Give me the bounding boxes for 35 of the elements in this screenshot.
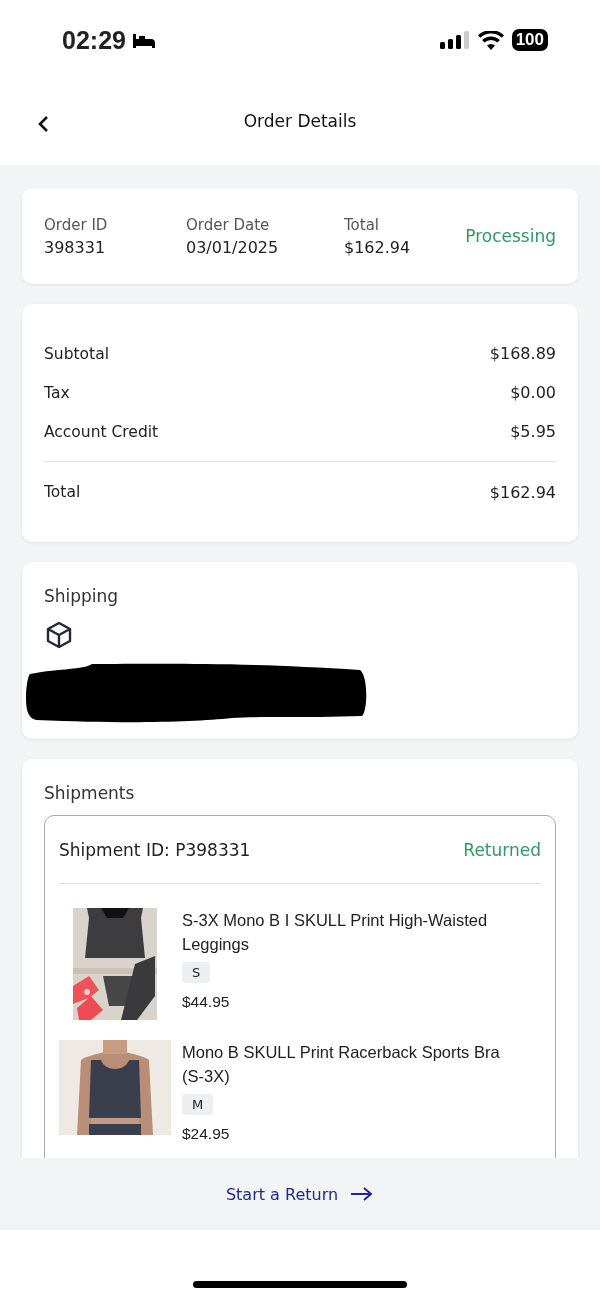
- product-name: Mono B SKULL Print Racerback Sports Bra (S-3X): [182, 1042, 501, 1087]
- total-value: $162.94: [489, 482, 556, 502]
- size-tag: S: [182, 962, 211, 983]
- order-status: Processing: [465, 226, 556, 246]
- field-value: 03/01/2025: [186, 237, 280, 257]
- shipment-status: Returned: [463, 839, 541, 860]
- total-label: Account Credit: [44, 422, 159, 441]
- product-price: $44.95: [182, 993, 230, 1011]
- total-label: Subtotal: [44, 344, 109, 363]
- box-icon: [44, 620, 74, 650]
- status-time: 02:29: [62, 25, 126, 55]
- total-label: Tax: [44, 383, 70, 402]
- shipment-id: Shipment ID: P398331: [59, 839, 251, 860]
- field-value: $162.94: [344, 237, 412, 257]
- field-label: Order ID: [44, 215, 109, 234]
- bed-icon: [131, 32, 156, 48]
- signal-icon: [439, 31, 470, 49]
- section-title: Shipping: [44, 586, 120, 606]
- size-tag: M: [182, 1094, 214, 1115]
- start-return-link[interactable]: Start a Return: [225, 1184, 375, 1204]
- total-value: $5.95: [510, 422, 556, 441]
- page-title: Order Details: [243, 110, 357, 131]
- back-icon[interactable]: [37, 115, 49, 133]
- total-value: $0.00: [510, 383, 556, 402]
- field-label: Order Date: [186, 215, 271, 234]
- field-value: 398331: [44, 237, 107, 257]
- product-price: $24.95: [182, 1125, 230, 1143]
- arrow-right-icon: [350, 1186, 375, 1202]
- total-label: Total: [44, 483, 81, 501]
- wifi-icon: [477, 30, 504, 50]
- section-title: Shipments: [44, 783, 136, 803]
- total-value: $168.89: [489, 344, 556, 363]
- product-name: S-3X Mono B I SKULL Print High-Waisted Leggings: [182, 910, 489, 955]
- field-label: Total: [344, 215, 381, 234]
- battery-indicator: 100: [511, 29, 548, 51]
